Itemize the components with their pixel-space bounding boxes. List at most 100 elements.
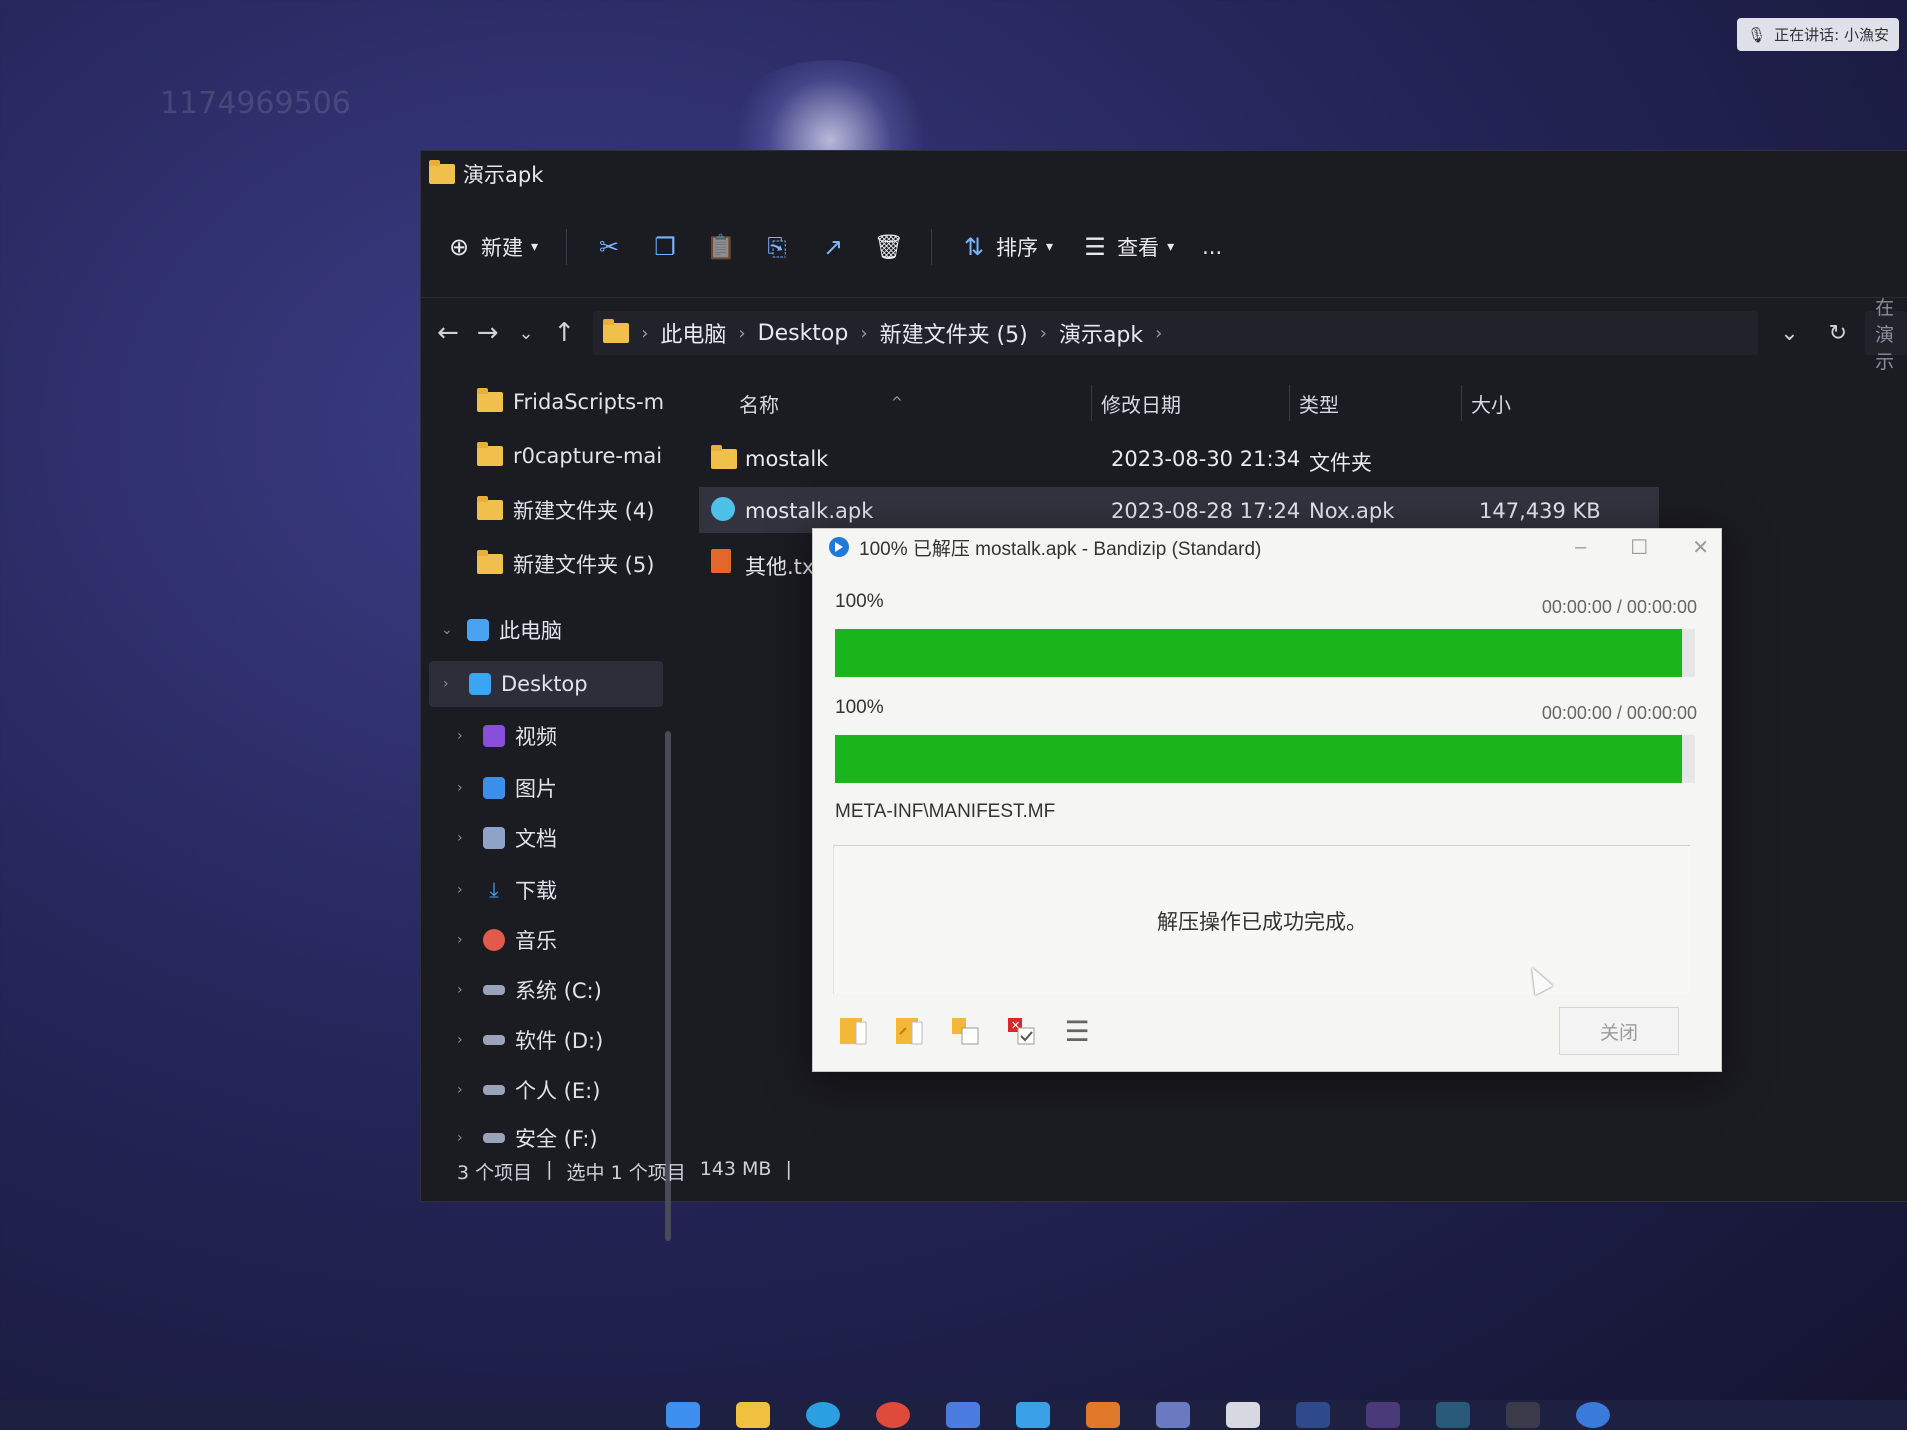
file-progress-label: 100%: [835, 697, 884, 718]
app-icon[interactable]: [1366, 1402, 1400, 1428]
column-divider[interactable]: [1289, 385, 1290, 421]
app-icon[interactable]: [1156, 1402, 1190, 1428]
sidebar-item-drive-d[interactable]: › 软件 (D:): [457, 1017, 603, 1063]
minimize-icon[interactable]: –: [1575, 536, 1586, 559]
close-icon[interactable]: ✕: [1692, 535, 1709, 560]
app-icon[interactable]: [1576, 1402, 1610, 1428]
drive-icon: [483, 985, 505, 995]
sidebar-item-fridascripts[interactable]: FridaScripts-m: [477, 379, 664, 425]
sidebar-item-label: Desktop: [501, 672, 588, 696]
breadcrumb-item[interactable]: 演示apk: [1059, 317, 1143, 349]
sidebar-item-r0capture[interactable]: r0capture-mai: [477, 433, 662, 479]
recent-chevron-icon[interactable]: ⌄: [517, 323, 536, 344]
table-row[interactable]: mostalk 2023-08-30 21:34 文件夹: [699, 435, 1659, 481]
open-folder-icon[interactable]: [835, 1013, 871, 1049]
column-header-date[interactable]: 修改日期: [1101, 383, 1181, 423]
menu-icon[interactable]: ☰: [1059, 1013, 1095, 1049]
open-folder-close-icon[interactable]: [891, 1013, 927, 1049]
window-controls: – ☐ ✕: [1575, 529, 1709, 565]
app-icon[interactable]: [946, 1402, 980, 1428]
edge-icon[interactable]: [806, 1402, 840, 1428]
maximize-icon[interactable]: ☐: [1630, 535, 1648, 560]
file-progress-fill: [835, 735, 1683, 783]
folder-icon: [477, 496, 503, 520]
sidebar-item-new-folder-4[interactable]: 新建文件夹 (4): [477, 487, 654, 533]
column-header-type[interactable]: 类型: [1299, 383, 1339, 423]
chevron-right-icon: ›: [457, 780, 463, 796]
sidebar-item-this-pc[interactable]: ⌄ 此电脑: [441, 607, 562, 653]
sidebar-item-pictures[interactable]: › 图片: [457, 765, 557, 811]
app-icon[interactable]: [1086, 1402, 1120, 1428]
sidebar-item-videos[interactable]: › 视频: [457, 713, 557, 759]
file-type: Nox.apk: [1309, 499, 1395, 523]
sidebar-item-drive-e[interactable]: › 个人 (E:): [457, 1067, 600, 1113]
search-input[interactable]: 在 演示: [1865, 297, 1907, 373]
rename-icon[interactable]: ⎘: [763, 233, 791, 261]
voice-status-pill[interactable]: 🎙 正在讲话: 小漁安: [1737, 18, 1899, 51]
folder-icon: [477, 388, 503, 412]
column-divider[interactable]: [1091, 385, 1092, 421]
app-icon[interactable]: [1296, 1402, 1330, 1428]
start-icon[interactable]: [666, 1402, 700, 1428]
address-bar[interactable]: › 此电脑 › Desktop › 新建文件夹 (5) › 演示apk ›: [593, 311, 1759, 355]
paste-icon[interactable]: 📋: [706, 233, 736, 261]
column-header-size[interactable]: 大小: [1471, 383, 1511, 423]
sidebar-item-label: 下载: [515, 879, 557, 903]
share-icon[interactable]: ↗: [819, 233, 847, 261]
delete-icon[interactable]: 🗑: [874, 233, 904, 261]
selected-count: 选中 1 个项目: [566, 1162, 686, 1184]
overall-progress-fill: [835, 629, 1683, 677]
file-progress-bar: [835, 735, 1695, 783]
sort-button[interactable]: ⇅ 排序 ▾: [960, 232, 1053, 262]
result-message: 解压操作已成功完成。: [1157, 911, 1367, 934]
computer-icon: [467, 619, 489, 641]
status-divider: |: [785, 1158, 792, 1180]
up-arrow-icon[interactable]: ↑: [553, 318, 575, 348]
delete-archive-icon[interactable]: ✕: [1003, 1013, 1039, 1049]
breadcrumb-item[interactable]: Desktop: [758, 321, 849, 346]
chevron-right-icon: ›: [443, 676, 449, 692]
sidebar-item-music[interactable]: › 音乐: [457, 917, 557, 963]
item-count: 3 个项目: [457, 1162, 533, 1184]
chevron-right-icon: ›: [457, 830, 463, 846]
more-button[interactable]: ...: [1202, 235, 1222, 259]
address-tools: ⌄ ↻: [1780, 321, 1847, 346]
column-header-name[interactable]: 名称: [739, 383, 779, 423]
back-arrow-icon[interactable]: ←: [437, 318, 459, 348]
breadcrumb-chevron-icon: ›: [860, 322, 868, 344]
sidebar-item-documents[interactable]: › 文档: [457, 815, 557, 861]
breadcrumb-item[interactable]: 新建文件夹 (5): [880, 317, 1028, 349]
folder-icon: [711, 445, 737, 469]
refresh-icon[interactable]: ↻: [1829, 321, 1847, 346]
app-icon[interactable]: [1436, 1402, 1470, 1428]
close-button[interactable]: 关闭: [1559, 1007, 1679, 1055]
folder-icon: [429, 160, 455, 184]
explorer-toolbar: ⊕ 新建 ▾ ✂ ❐ 📋 ⎘ ↗ 🗑 ⇅ 排序 ▾ ☰ 查看 ▾ ...: [421, 197, 1907, 298]
forward-arrow-icon[interactable]: →: [477, 318, 499, 348]
new-button[interactable]: ⊕ 新建 ▾: [445, 232, 538, 262]
sidebar-item-desktop[interactable]: › Desktop: [429, 661, 663, 707]
view-button[interactable]: ☰ 查看 ▾: [1081, 232, 1174, 262]
sidebar-item-label: 安全 (F:): [515, 1127, 598, 1151]
sidebar-item-drive-f[interactable]: › 安全 (F:): [457, 1115, 598, 1161]
chrome-icon[interactable]: [876, 1402, 910, 1428]
column-divider[interactable]: [1461, 385, 1462, 421]
copy-files-icon[interactable]: [947, 1013, 983, 1049]
sidebar-item-new-folder-5[interactable]: 新建文件夹 (5): [477, 541, 654, 587]
app-icon[interactable]: [1226, 1402, 1260, 1428]
toolbar-separator: [566, 229, 568, 265]
breadcrumb-item[interactable]: 此电脑: [660, 317, 726, 349]
chevron-right-icon: ›: [457, 1082, 463, 1098]
text-file-icon: [711, 549, 731, 573]
terminal-icon[interactable]: [1506, 1402, 1540, 1428]
video-icon: [483, 725, 505, 747]
table-row[interactable]: mostalk.apk 2023-08-28 17:24 Nox.apk 147…: [699, 487, 1659, 533]
sidebar-item-downloads[interactable]: › ⤓ 下载: [457, 867, 557, 913]
app-icon[interactable]: [1016, 1402, 1050, 1428]
copy-icon[interactable]: ❐: [651, 233, 679, 261]
file-explorer-taskbar-icon[interactable]: [736, 1402, 770, 1428]
history-chevron-icon[interactable]: ⌄: [1780, 321, 1798, 346]
sidebar-item-label: 系统 (C:): [515, 979, 602, 1003]
cut-icon[interactable]: ✂: [595, 233, 623, 261]
sidebar-item-drive-c[interactable]: › 系统 (C:): [457, 967, 602, 1013]
